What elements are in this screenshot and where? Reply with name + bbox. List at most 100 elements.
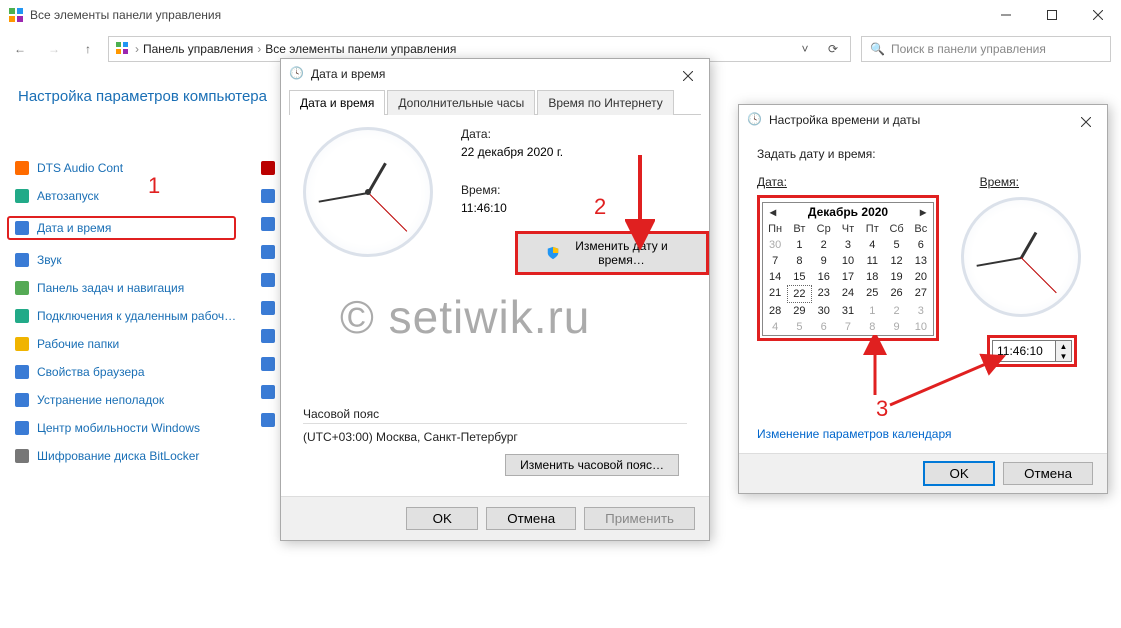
search-input[interactable]: 🔍 Поиск в панели управления [861,36,1111,62]
calendar-day[interactable]: 11 [860,253,884,269]
calendar-day[interactable]: 13 [909,253,933,269]
calendar[interactable]: ◂ Декабрь 2020 ▸ ПнВтСрЧтПтСбВс301234567… [762,202,934,336]
refresh-button[interactable]: ⟳ [822,42,844,56]
calendar-day[interactable]: 18 [860,269,884,285]
dialog-title: Дата и время [311,67,385,81]
cpl-item[interactable] [260,244,276,260]
calendar-day[interactable]: 7 [836,319,860,335]
calendar-day[interactable]: 2 [884,303,908,319]
ok-button[interactable]: OK [406,507,478,530]
calendar-day[interactable]: 20 [909,269,933,285]
calendar-day[interactable]: 4 [763,319,787,335]
calendar-day[interactable]: 1 [787,237,811,253]
calendar-day[interactable]: 5 [884,237,908,253]
back-button[interactable]: ← [10,39,30,59]
cpl-item[interactable]: Рабочие папки [14,336,236,352]
close-button[interactable] [1071,111,1101,133]
page-heading: Настройка параметров компьютера [18,88,267,105]
calendar-day[interactable]: 8 [860,319,884,335]
calendar-day[interactable]: 6 [812,319,836,335]
calendar-day[interactable]: 4 [860,237,884,253]
cpl-item[interactable] [260,300,276,316]
tab-internet-time[interactable]: Время по Интернету [537,90,673,115]
up-button[interactable]: ↑ [78,39,98,59]
calendar-day[interactable]: 6 [909,237,933,253]
clock-icon: 🕓 [747,112,763,128]
calendar-day[interactable]: 2 [812,237,836,253]
history-dropdown[interactable]: ˅ [794,42,816,56]
close-button[interactable] [673,65,703,87]
calendar-day[interactable]: 24 [836,285,860,303]
calendar-day[interactable]: 31 [836,303,860,319]
calendar-day[interactable]: 26 [884,285,908,303]
cpl-item[interactable]: Дата и время [7,216,236,240]
cpl-item[interactable]: Звук [14,252,236,268]
tab-extra-clocks[interactable]: Дополнительные часы [387,90,535,115]
calendar-day[interactable]: 9 [884,319,908,335]
calendar-day[interactable]: 12 [884,253,908,269]
cpl-item[interactable] [260,216,276,232]
cancel-button[interactable]: Отмена [486,507,576,530]
cpl-item[interactable] [260,356,276,372]
calendar-day[interactable]: 27 [909,285,933,303]
minimize-button[interactable] [983,0,1029,30]
forward-button[interactable]: → [44,39,64,59]
calendar-day[interactable]: 17 [836,269,860,285]
calendar-day[interactable]: 14 [763,269,787,285]
calendar-day[interactable]: 29 [787,303,811,319]
change-datetime-button[interactable]: Изменить дату и время… [515,231,709,275]
cpl-item[interactable]: Шифрование диска BitLocker [14,448,236,464]
cpl-item[interactable] [260,160,276,176]
cpl-item[interactable]: Центр мобильности Windows [14,420,236,436]
cpl-item[interactable]: Устранение неполадок [14,392,236,408]
cpl-item[interactable]: DTS Audio Cont [14,160,236,176]
calendar-day[interactable]: 10 [836,253,860,269]
calendar-day[interactable]: 28 [763,303,787,319]
ok-button[interactable]: OK [923,461,995,486]
spin-up-icon[interactable]: ▲ [1056,341,1071,351]
calendar-day[interactable]: 7 [763,253,787,269]
crumb-0[interactable]: Панель управления [143,42,253,56]
cpl-item-label: Устранение неполадок [37,393,164,407]
calendar-day[interactable]: 19 [884,269,908,285]
calendar-day[interactable]: 3 [836,237,860,253]
cpl-item[interactable] [260,188,276,204]
cpl-item[interactable] [260,384,276,400]
cpl-item[interactable]: Свойства браузера [14,364,236,380]
change-tz-button[interactable]: Изменить часовой пояс… [505,454,679,476]
cpl-item[interactable] [260,328,276,344]
calendar-day[interactable]: 30 [812,303,836,319]
cpl-item[interactable] [260,272,276,288]
calendar-day[interactable]: 30 [763,237,787,253]
calendar-day[interactable]: 23 [812,285,836,303]
prev-month-button[interactable]: ◂ [767,205,779,219]
calendar-day[interactable]: 8 [787,253,811,269]
cpl-item[interactable]: Автозапуск [14,188,236,204]
close-button[interactable] [1075,0,1121,30]
calendar-day[interactable]: 25 [860,285,884,303]
apply-button[interactable]: Применить [584,507,695,530]
maximize-button[interactable] [1029,0,1075,30]
cpl-item[interactable]: Подключения к удаленным рабоч… [14,308,236,324]
time-spinner[interactable]: ▲ ▼ [1056,340,1072,362]
dialog-buttons: OK Отмена Применить [281,496,709,540]
calendar-day[interactable]: 3 [909,303,933,319]
cpl-item[interactable] [260,412,276,428]
calendar-settings-link[interactable]: Изменение параметров календаря [757,427,952,441]
next-month-button[interactable]: ▸ [917,205,929,219]
calendar-day[interactable]: 15 [787,269,811,285]
calendar-day[interactable]: 10 [909,319,933,335]
calendar-day[interactable]: 9 [812,253,836,269]
tab-datetime[interactable]: Дата и время [289,90,385,115]
calendar-day[interactable]: 16 [812,269,836,285]
calendar-day[interactable]: 5 [787,319,811,335]
calendar-day[interactable]: 22 [787,285,811,303]
cpl-item[interactable]: Панель задач и навигация [14,280,236,296]
time-input-highlight: ▲ ▼ [987,335,1077,367]
cancel-button[interactable]: Отмена [1003,462,1093,485]
calendar-day[interactable]: 21 [763,285,787,303]
spin-down-icon[interactable]: ▼ [1056,351,1071,361]
calendar-day[interactable]: 1 [860,303,884,319]
time-input[interactable] [992,340,1056,362]
crumb-1[interactable]: Все элементы панели управления [265,42,456,56]
